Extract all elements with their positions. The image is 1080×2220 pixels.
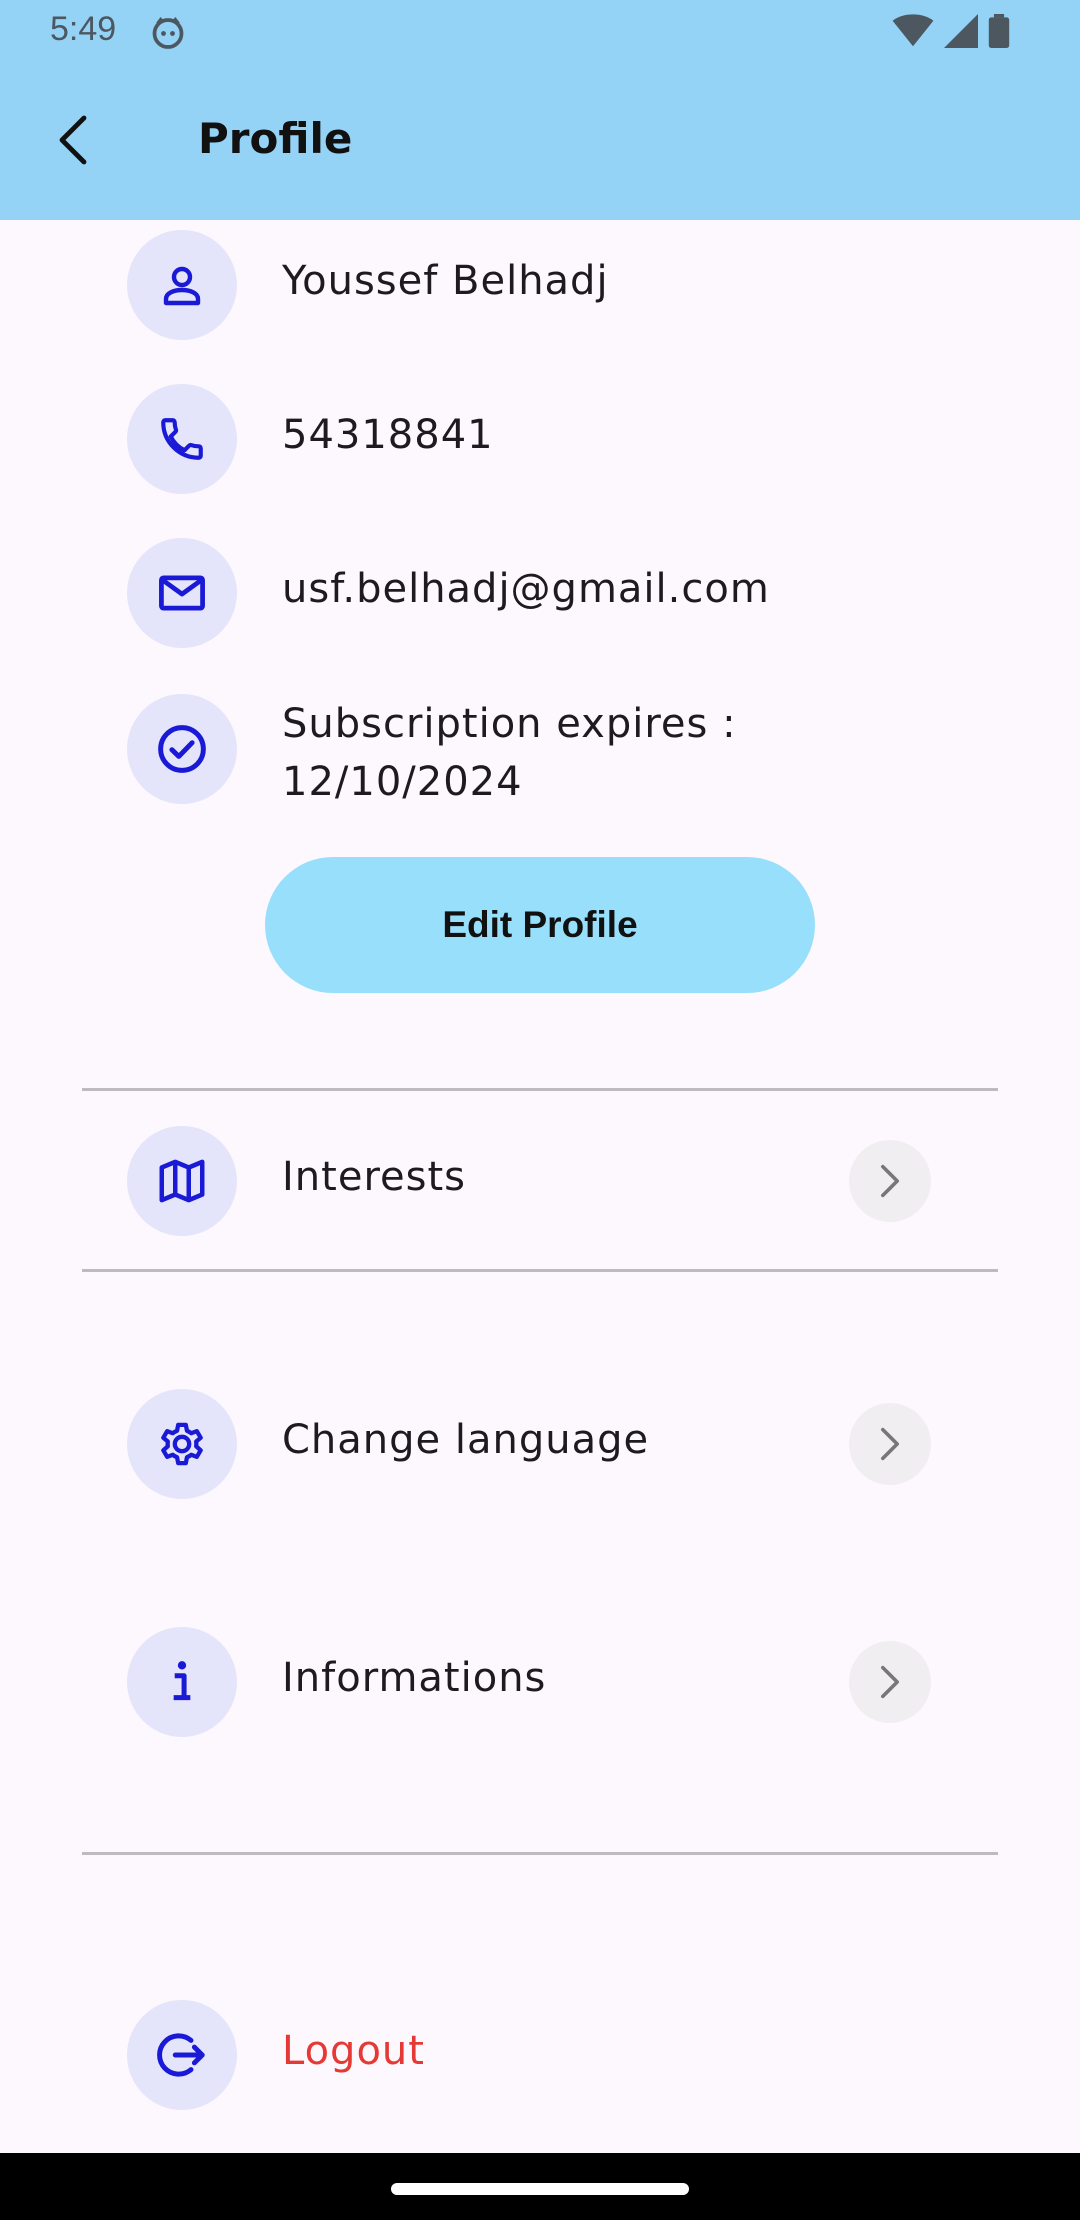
menu-item-logout[interactable]: Logout [0, 1970, 1080, 2136]
cat-icon [152, 17, 184, 49]
profile-email: usf.belhadj@gmail.com [282, 566, 770, 612]
page-title: Profile [198, 114, 353, 163]
check-icon-badge [127, 694, 237, 804]
profile-name: Youssef Belhadj [282, 258, 609, 304]
logout-icon-badge [127, 2000, 237, 2110]
chevron-right-icon [881, 1427, 899, 1461]
status-icons [892, 14, 1010, 48]
check-circle-icon [158, 725, 206, 773]
menu-item-label: Change language [282, 1417, 650, 1463]
person-icon-badge [127, 230, 237, 340]
gear-icon [161, 1422, 203, 1466]
chevron-right-icon [881, 1665, 899, 1699]
status-bar: 5:49 [0, 0, 1080, 64]
gear-icon-badge [127, 1389, 237, 1499]
menu-item-label: Informations [282, 1655, 547, 1701]
home-gesture-handle[interactable] [391, 2183, 689, 2195]
navigation-bar [0, 2153, 1080, 2220]
info-icon-badge [127, 1627, 237, 1737]
menu-item-change-language[interactable]: Change language [0, 1364, 1080, 1524]
status-time: 5:49 [50, 10, 117, 48]
menu-item-interests[interactable]: Interests [0, 1092, 1080, 1268]
wifi-icon [892, 14, 934, 47]
edit-profile-button[interactable]: Edit Profile [265, 857, 815, 993]
person-icon [163, 266, 201, 306]
subscription-date: 12/10/2024 [282, 759, 523, 805]
chevron-button[interactable] [849, 1403, 931, 1485]
chevron-button[interactable] [849, 1641, 931, 1723]
map-icon [159, 1159, 205, 1203]
divider [82, 1852, 998, 1855]
logout-label: Logout [282, 2028, 425, 2074]
profile-phone: 54318841 [282, 412, 494, 458]
subscription-label: Subscription expires : [282, 701, 737, 747]
chevron-right-icon [881, 1164, 899, 1198]
logout-icon [157, 2033, 205, 2077]
phone-icon [161, 418, 203, 460]
divider [82, 1269, 998, 1272]
signal-icon [944, 14, 978, 48]
menu-item-label: Interests [282, 1154, 466, 1200]
app-bar: Profile [0, 64, 1080, 220]
divider [82, 1088, 998, 1091]
subscription-info: Subscription expires : 12/10/2024 [282, 695, 737, 811]
chevron-button[interactable] [849, 1140, 931, 1222]
mail-icon [159, 575, 205, 611]
back-arrow-icon [59, 115, 87, 165]
mail-icon-badge [127, 538, 237, 648]
info-icon [173, 1661, 191, 1701]
phone-icon-badge [127, 384, 237, 494]
back-button[interactable] [42, 108, 106, 172]
map-icon-badge [127, 1126, 237, 1236]
battery-icon [988, 14, 1010, 48]
menu-item-informations[interactable]: Informations [0, 1600, 1080, 1760]
